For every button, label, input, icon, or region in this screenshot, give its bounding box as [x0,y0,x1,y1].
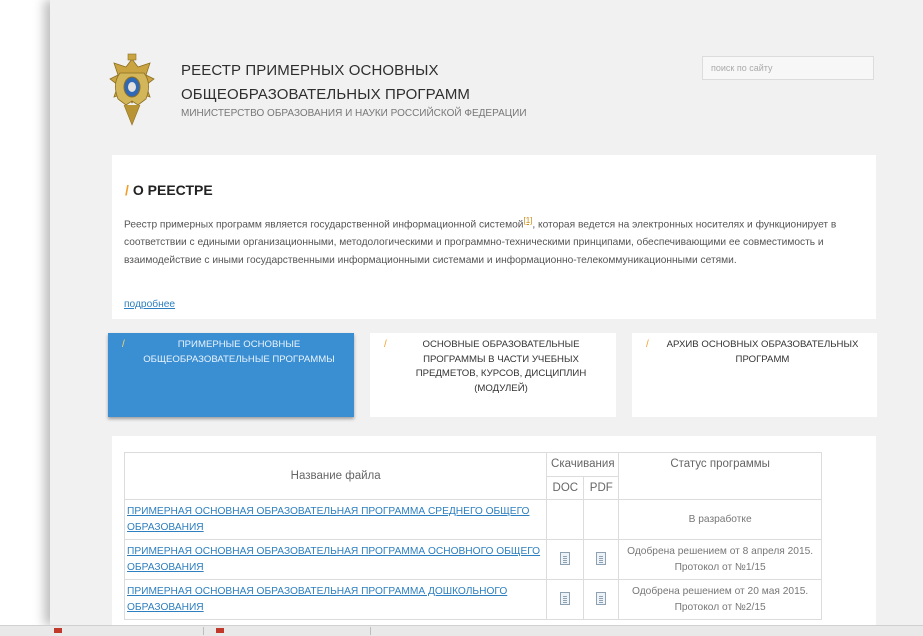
doc-cell [546,539,585,580]
file-name-cell: ПРИМЕРНАЯ ОСНОВНАЯ ОБРАЗОВАТЕЛЬНАЯ ПРОГР… [123,499,548,540]
pdf-cell [583,539,620,580]
tab-subject-programs[interactable]: / ОСНОВНЫЕ ОБРАЗОВАТЕЛЬНЫЕ ПРОГРАММЫ В Ч… [370,333,616,417]
about-text-start: Реестр примерных программ является госуд… [124,219,524,231]
taskbar-item[interactable] [210,627,371,635]
site-title[interactable]: РЕЕСТР ПРИМЕРНЫХ ОСНОВНЫХ ОБЩЕОБРАЗОВАТЕ… [181,59,470,107]
site-title-line1: РЕЕСТР ПРИМЕРНЫХ ОСНОВНЫХ [181,62,439,79]
pdf-cell [583,499,620,540]
table-row: ПРИМЕРНАЯ ОСНОВНАЯ ОБРАЗОВАТЕЛЬНАЯ ПРОГР… [123,499,822,540]
tab-label: АРХИВ ОСНОВНЫХ ОБРАЗОВАТЕЛЬНЫХ ПРОГРАММ [666,339,859,365]
search-input[interactable]: поиск по сайту [702,56,874,80]
search-placeholder: поиск по сайту [711,63,773,73]
about-paragraph: Реестр примерных программ является госуд… [124,212,859,270]
column-header-downloads: Скачивания [546,452,620,477]
program-link[interactable]: ПРИМЕРНАЯ ОСНОВНАЯ ОБРАЗОВАТЕЛЬНАЯ ПРОГР… [127,504,544,536]
tab-label: ОСНОВНЫЕ ОБРАЗОВАТЕЛЬНЫЕ ПРОГРАММЫ В ЧАС… [415,339,587,394]
status-cell: Одобрена решением от 20 мая 2015. Проток… [618,579,822,620]
tab-slash-accent: / [646,339,649,350]
pdf-cell [583,579,620,620]
taskbar-item[interactable] [60,627,204,635]
tab-slash-accent: / [384,339,387,350]
file-name-cell: ПРИМЕРНАЯ ОСНОВНАЯ ОБРАЗОВАТЕЛЬНАЯ ПРОГР… [123,579,548,620]
doc-cell [546,579,585,620]
page-container: РЕЕСТР ПРИМЕРНЫХ ОСНОВНЫХ ОБЩЕОБРАЗОВАТЕ… [50,0,923,625]
tab-sample-programs[interactable]: / ПРИМЕРНЫЕ ОСНОВНЫЕ ОБЩЕОБРАЗОВАТЕЛЬНЫЕ… [108,333,354,417]
status-cell: Одобрена решением от 8 апреля 2015. Прот… [618,539,822,580]
about-heading: / О РЕЕСТРЕ [125,182,213,198]
status-cell: В разработке [618,499,822,540]
table-row: ПРИМЕРНАЯ ОСНОВНАЯ ОБРАЗОВАТЕЛЬНАЯ ПРОГР… [123,539,822,580]
coat-of-arms-logo [109,53,155,126]
table-row: ПРИМЕРНАЯ ОСНОВНАЯ ОБРАЗОВАТЕЛЬНАЯ ПРОГР… [123,579,822,620]
programs-table-section: Название файла Скачивания Статус програм… [112,436,876,625]
doc-file-icon[interactable] [560,551,571,565]
column-header-pdf: PDF [583,475,620,500]
heading-slash-accent: / [125,182,129,198]
column-header-status: Статус программы [618,452,822,500]
pdf-file-icon[interactable] [596,591,607,605]
tab-label: ПРИМЕРНЫЕ ОСНОВНЫЕ ОБЩЕОБРАЗОВАТЕЛЬНЫЕ П… [143,339,335,365]
file-name-cell: ПРИМЕРНАЯ ОСНОВНАЯ ОБРАЗОВАТЕЛЬНАЯ ПРОГР… [123,539,548,580]
column-header-file-name: Название файла [123,452,548,500]
taskbar-strip [0,625,923,636]
doc-file-icon[interactable] [560,591,571,605]
site-subtitle: МИНИСТЕРСТВО ОБРАЗОВАНИЯ И НАУКИ РОССИЙС… [181,108,527,119]
column-header-doc: DOC [546,475,585,500]
program-link[interactable]: ПРИМЕРНАЯ ОСНОВНАЯ ОБРАЗОВАТЕЛЬНАЯ ПРОГР… [127,584,544,616]
site-title-line2: ОБЩЕОБРАЗОВАТЕЛЬНЫХ ПРОГРАММ [181,86,471,103]
about-section: / О РЕЕСТРЕ Реестр примерных программ явл… [112,155,876,319]
pdf-file-icon[interactable] [596,551,607,565]
about-title-text: О РЕЕСТРЕ [132,182,213,198]
tab-archive[interactable]: / АРХИВ ОСНОВНЫХ ОБРАЗОВАТЕЛЬНЫХ ПРОГРАМ… [632,333,877,417]
program-link[interactable]: ПРИМЕРНАЯ ОСНОВНАЯ ОБРАЗОВАТЕЛЬНАЯ ПРОГР… [127,544,544,576]
more-link[interactable]: подробнее [124,299,175,310]
doc-cell [546,499,585,540]
programs-table: Название файла Скачивания Статус програм… [123,452,822,620]
tab-slash-accent: / [122,339,125,350]
